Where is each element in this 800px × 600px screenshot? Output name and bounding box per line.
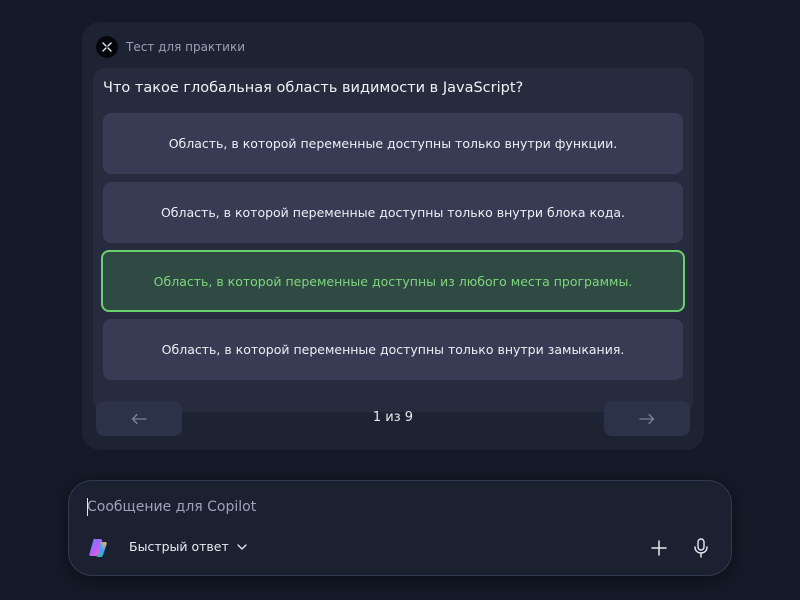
quiz-header: Тест для практики [96, 36, 245, 58]
message-input[interactable] [87, 493, 687, 521]
quiz-icon [96, 36, 118, 58]
voice-input-button[interactable] [689, 536, 713, 560]
message-composer: Быстрый ответ [68, 480, 732, 576]
plus-icon [651, 540, 667, 556]
response-mode-label: Быстрый ответ [129, 539, 229, 554]
response-mode-dropdown[interactable]: Быстрый ответ [129, 539, 247, 554]
quiz-title: Тест для практики [126, 40, 246, 54]
answer-option-1[interactable]: Область, в которой переменные доступны т… [103, 113, 683, 174]
copilot-logo-icon [89, 539, 107, 557]
quiz-card: Тест для практики Что такое глобальная о… [82, 22, 704, 450]
chevron-down-icon [237, 543, 247, 550]
question-text: Что такое глобальная область видимости в… [103, 80, 524, 96]
add-attachment-button[interactable] [647, 536, 671, 560]
arrow-right-icon [639, 413, 655, 424]
next-question-button[interactable] [604, 401, 690, 436]
answer-option-3-correct[interactable]: Область, в которой переменные доступны и… [101, 250, 685, 312]
answer-option-4[interactable]: Область, в которой переменные доступны т… [103, 319, 683, 380]
question-panel: Что такое глобальная область видимости в… [93, 68, 693, 412]
answer-option-2[interactable]: Область, в которой переменные доступны т… [103, 182, 683, 243]
microphone-icon [694, 538, 708, 558]
